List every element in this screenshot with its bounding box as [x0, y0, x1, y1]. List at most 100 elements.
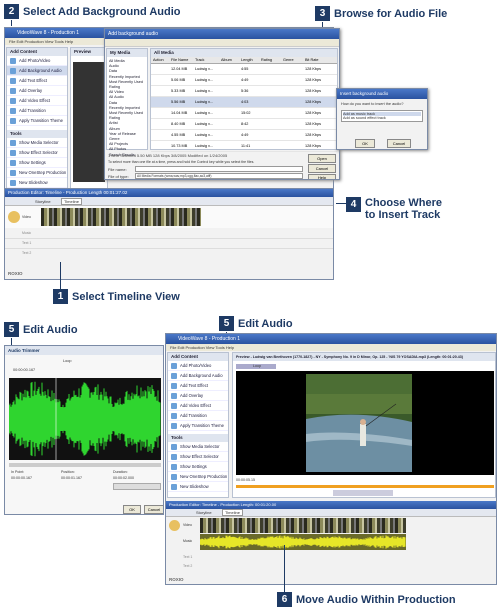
add-content-header: Add Content	[7, 48, 67, 56]
file-row[interactable]: 4.55 MB Ludwig v... 4:49 128 Kbps	[151, 130, 337, 141]
preview-screen	[236, 371, 494, 475]
tool-show-media-selector[interactable]: Show Media Selector	[7, 138, 67, 148]
file-row[interactable]: 5.33 MB Ludwig v... 5:36 128 Kbps	[151, 86, 337, 97]
position-value[interactable]: 00:00:01.167	[61, 476, 82, 480]
file-rows: 12.04 MB Ludwig v... 4:55 128 Kbps 5.06 MB Lu…	[151, 64, 337, 152]
file-cell	[151, 86, 169, 96]
audio-trimmer: Audio Trimmer Loop 00:00:00.167 In Point…	[4, 345, 164, 515]
task-add-text-effect[interactable]: Add Text Effect	[7, 76, 67, 86]
tool-new-onestep[interactable]: New OneStep Production	[168, 472, 228, 482]
preview-panel: Preview - Ludwig van Beethoven (1770-182…	[232, 352, 496, 498]
tool-show-settings[interactable]: Show Settings	[7, 158, 67, 168]
video-track-label: Video	[183, 523, 192, 527]
task-add-video-effect[interactable]: Add Video Effect	[7, 96, 67, 106]
video-clips[interactable]	[41, 208, 201, 226]
file-cell: 5:36	[241, 89, 249, 93]
tool-show-effect-selector[interactable]: Show Effect Selector	[7, 148, 67, 158]
col-file-name[interactable]: File Name	[169, 57, 193, 63]
task-add-video-effect[interactable]: Add Video Effect	[168, 401, 228, 411]
trimmer-ok-button[interactable]: OK	[123, 505, 141, 514]
media-tree[interactable]: My Media All Media Audio Data Recently I…	[106, 48, 148, 157]
add-content-header: Add Content	[168, 353, 228, 361]
open-button[interactable]: Open	[308, 154, 336, 163]
insert-cancel-button[interactable]: Cancel	[387, 139, 411, 148]
menu-bar[interactable]: File Edit Production View Tools Help	[166, 344, 496, 351]
file-cell: 12.04 MB	[171, 67, 188, 71]
trimmer-waveform[interactable]	[9, 378, 161, 460]
callout-5-right: 5 Edit Audio	[219, 316, 293, 331]
col-rating[interactable]: Rating	[259, 57, 281, 63]
storyline-tab[interactable]: Storyline	[35, 199, 51, 204]
task-add-background-audio[interactable]: Add Background Audio	[7, 66, 67, 76]
transport-controls[interactable]	[113, 483, 161, 490]
insert-ok-button[interactable]: OK	[355, 139, 375, 148]
file-row[interactable]: 5.06 MB Ludwig v... 4:49 128 Kbps	[151, 75, 337, 86]
in-point-value[interactable]: 00:00:00.167	[11, 476, 32, 480]
file-row[interactable]: 8.40 MB Ludwig v... 8:42 128 Kbps	[151, 119, 337, 130]
col-album[interactable]: Album	[219, 57, 239, 63]
video-track-icon	[8, 211, 20, 223]
task-add-transition[interactable]: Add Transition	[168, 411, 228, 421]
file-row[interactable]: 12.04 MB Ludwig v... 4:55 128 Kbps	[151, 64, 337, 75]
preview-timecode: 00:00:05.15	[236, 478, 255, 482]
callout-leader	[11, 20, 12, 26]
timeline-tab[interactable]: Timeline	[222, 509, 243, 516]
trimmer-loop[interactable]: Loop	[63, 359, 71, 363]
task-add-photo-video[interactable]: Add Photo/Video	[168, 361, 228, 371]
tool-show-effect-selector[interactable]: Show Effect Selector	[168, 452, 228, 462]
task-add-background-audio[interactable]: Add Background Audio	[168, 371, 228, 381]
preview-progress[interactable]	[236, 485, 494, 488]
col-action[interactable]: Action	[151, 57, 169, 63]
preview-loop[interactable]: Loop	[253, 364, 261, 368]
callout-text: Edit Audio	[238, 317, 293, 330]
playback-controls[interactable]	[333, 490, 393, 496]
callout-2: 2 Select Add Background Audio	[4, 4, 180, 19]
task-add-overlay[interactable]: Add Overlay	[168, 391, 228, 401]
option-sound-effect-track[interactable]: Add as sound effect track	[343, 116, 421, 120]
task-add-overlay[interactable]: Add Overlay	[7, 86, 67, 96]
task-apply-transition-theme[interactable]: Apply Transition Theme	[168, 421, 228, 431]
preview-image-river	[306, 374, 412, 472]
tool-show-settings[interactable]: Show Settings	[168, 462, 228, 472]
file-row[interactable]: 14.04 MB Ludwig v... 15:02 128 Kbps	[151, 108, 337, 119]
file-row[interactable]: 5.56 MB Ludwig v... 4:03 128 Kbps	[151, 97, 337, 108]
file-type-select[interactable]: All Media Formats (wma,wav,mp3,ogg,flac,…	[135, 173, 303, 179]
task-add-text-effect[interactable]: Add Text Effect	[168, 381, 228, 391]
video-clips[interactable]	[200, 518, 406, 533]
preview-header: Preview	[71, 48, 107, 56]
help-button[interactable]: Help	[308, 174, 336, 179]
file-name-input[interactable]	[135, 166, 303, 172]
tool-new-onestep[interactable]: New OneStep Production	[7, 168, 67, 178]
tools-header: Tools	[168, 434, 228, 442]
task-panel: Add Content Add Photo/Video Add Backgrou…	[6, 47, 68, 205]
duration-value[interactable]: 00:00:02.000	[113, 476, 134, 480]
task-add-photo-video[interactable]: Add Photo/Video	[7, 56, 67, 66]
tool-new-slideshow[interactable]: New Slideshow	[7, 178, 67, 188]
col-bit-rate[interactable]: Bit Rate	[303, 57, 333, 63]
file-cell	[259, 97, 281, 107]
task-add-transition[interactable]: Add Transition	[7, 106, 67, 116]
insert-dialog-title: Insert background audio	[337, 89, 427, 99]
tool-new-slideshow[interactable]: New Slideshow	[168, 482, 228, 492]
callout-text: Edit Audio	[23, 323, 78, 336]
tool-show-media-selector[interactable]: Show Media Selector	[168, 442, 228, 452]
storyline-tab[interactable]: Storyline	[196, 510, 212, 515]
file-name-label: File name:	[108, 167, 127, 172]
col-length[interactable]: Length	[239, 57, 259, 63]
trimmer-scrubber[interactable]	[9, 463, 161, 467]
col-track[interactable]: Track	[193, 57, 219, 63]
file-cell: 4:49	[241, 133, 249, 137]
col-genre[interactable]: Genre	[281, 57, 303, 63]
file-cell	[219, 130, 239, 140]
file-row[interactable]: 10.73 MB Ludwig v... 11:41 128 Kbps	[151, 141, 337, 152]
file-cell	[151, 64, 169, 74]
file-cell	[259, 130, 281, 140]
cancel-button[interactable]: Cancel	[308, 164, 336, 173]
timeline-tab[interactable]: Timeline	[61, 198, 82, 205]
music-clip[interactable]	[200, 534, 406, 550]
callout-6: 6 Move Audio Within Production	[277, 592, 456, 607]
task-apply-transition-theme[interactable]: Apply Transition Theme	[7, 116, 67, 126]
callout-5-left: 5 Edit Audio	[4, 322, 78, 337]
trimmer-cancel-button[interactable]: Cancel	[144, 505, 163, 514]
callout-text: Choose Where to Insert Track	[365, 197, 443, 221]
